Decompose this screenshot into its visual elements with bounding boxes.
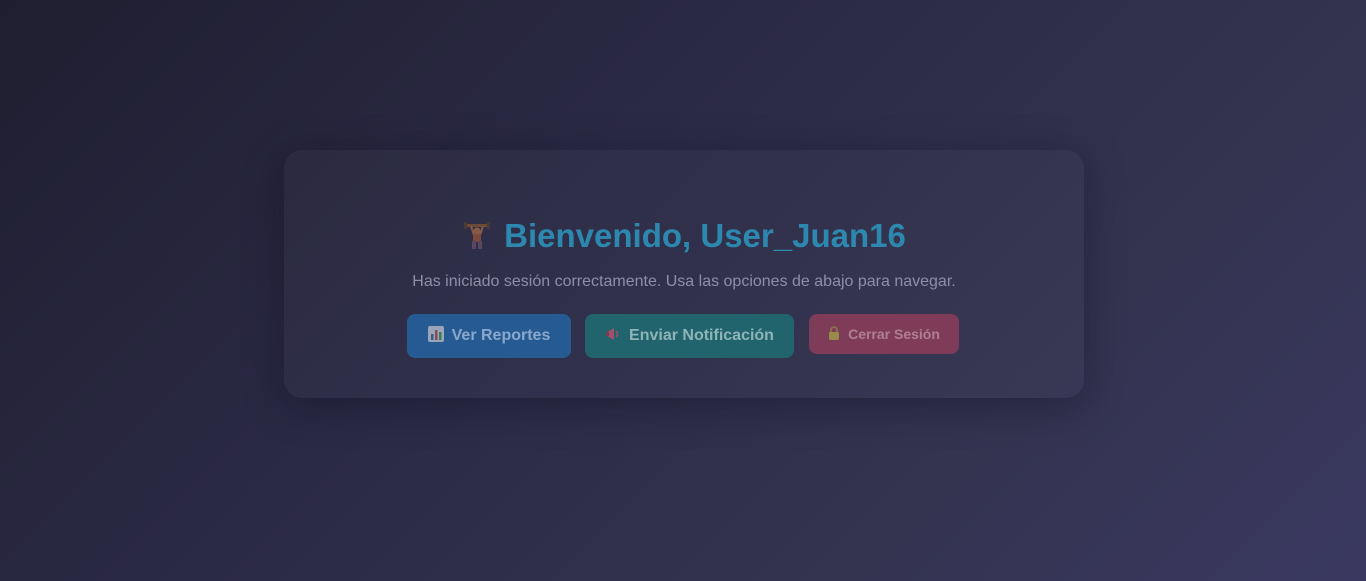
send-notification-label: Enviar Notificación: [629, 327, 774, 344]
welcome-subtitle: Has iniciado sesión correctamente. Usa l…: [412, 273, 956, 290]
bar-chart-icon: [427, 325, 444, 347]
weightlifter-icon: [462, 220, 492, 250]
send-notification-button[interactable]: Enviar Notificación: [585, 314, 794, 358]
view-reports-label: Ver Reportes: [451, 327, 551, 344]
welcome-heading: Bienvenido, User_Juan16: [504, 217, 906, 254]
page-title: Bienvenido, User_Juan16: [284, 216, 1084, 256]
welcome-card: Bienvenido, User_Juan16 Has iniciado ses…: [284, 150, 1084, 398]
logout-button[interactable]: Cerrar Sesión: [809, 314, 959, 354]
megaphone-icon: [605, 326, 621, 347]
view-reports-button[interactable]: Ver Reportes: [407, 314, 571, 358]
lock-icon: [828, 325, 840, 343]
logout-label: Cerrar Sesión: [848, 326, 940, 342]
